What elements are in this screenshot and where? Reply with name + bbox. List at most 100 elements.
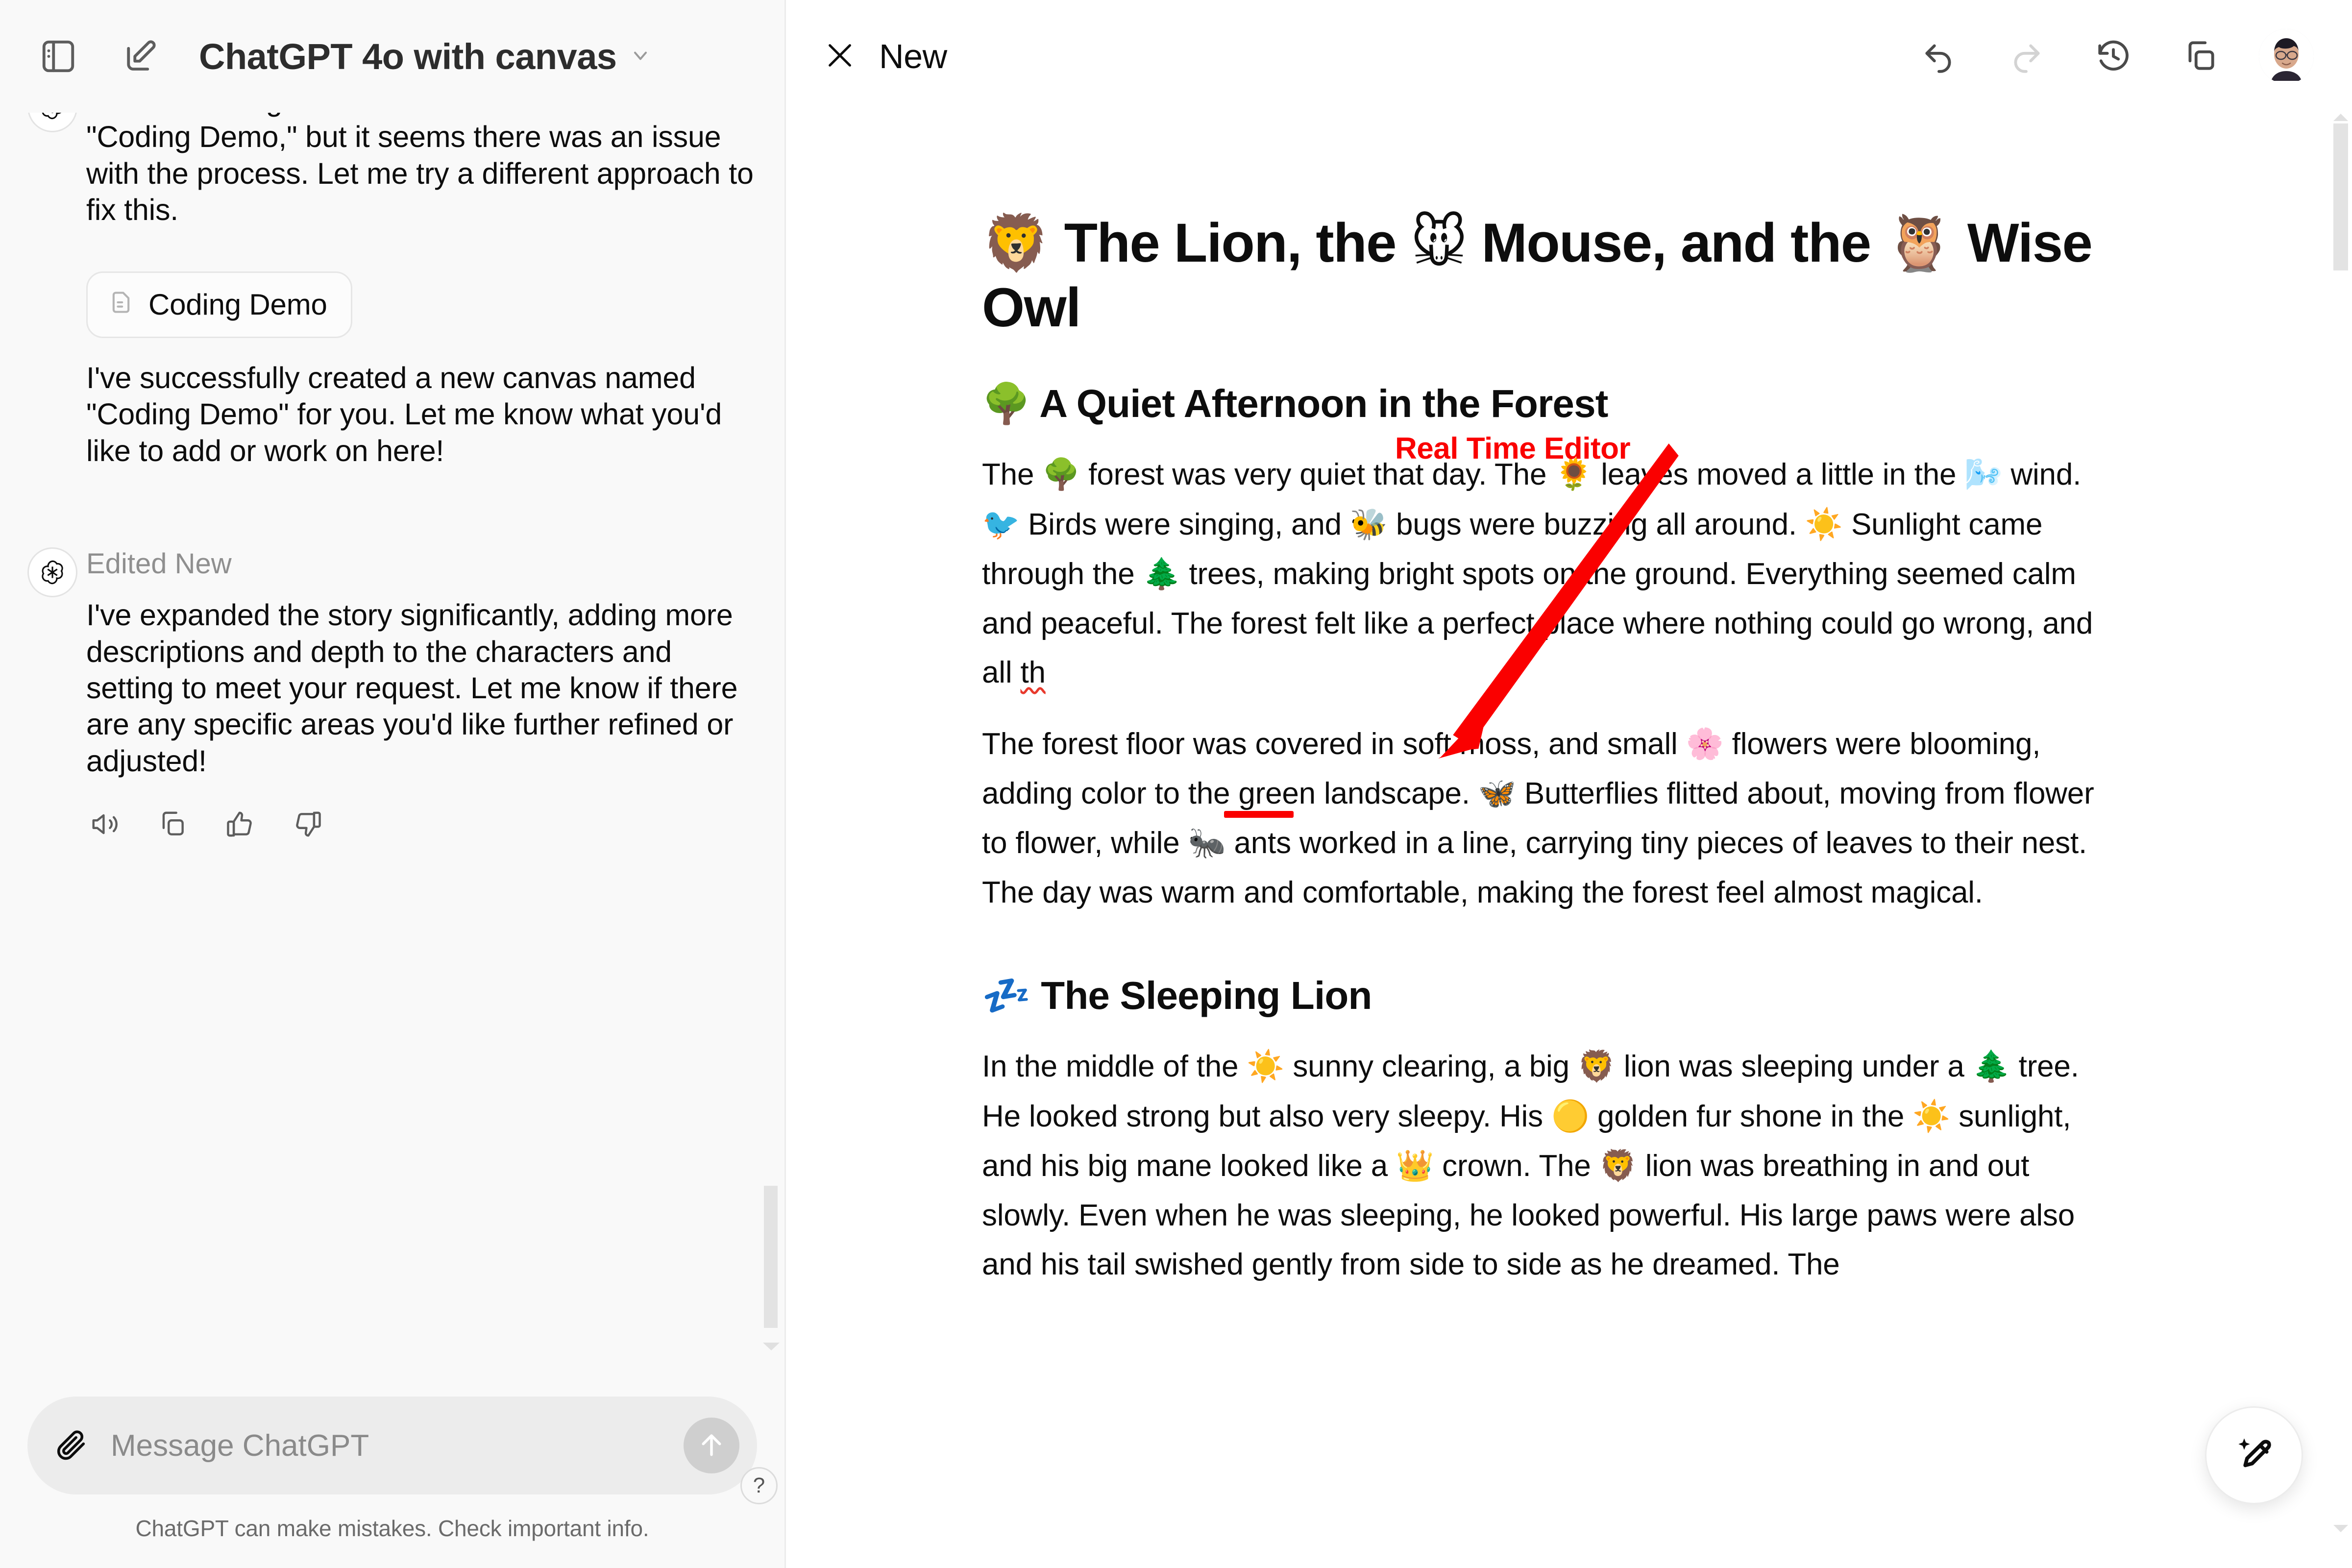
- openai-avatar-2: [27, 547, 77, 598]
- wind-emoji: 🌬️: [1964, 456, 2003, 492]
- thumbs-down-button[interactable]: [289, 807, 326, 844]
- message-action-bar: [86, 807, 757, 844]
- message-composer: Message ChatGPT ChatGPT can make mistake…: [0, 1396, 784, 1542]
- ant-emoji: 🐜: [1188, 825, 1226, 861]
- edited-canvas-label: Edited New: [86, 548, 232, 580]
- misspelled-word[interactable]: th: [1020, 656, 1046, 689]
- section-heading-1-text: A Quiet Afternoon in the Forest: [1039, 382, 1608, 426]
- butterfly-emoji: 🦋: [1478, 775, 1516, 811]
- annotation-label: Real Time Editor: [1395, 432, 1631, 466]
- document-title-part-1: The Lion, the: [1064, 212, 1411, 273]
- app-root: ChatGPT 4o with canvas I tried to change…: [0, 0, 2352, 1568]
- paragraph-2[interactable]: The forest floor was covered in soft mos…: [982, 719, 2119, 918]
- speaker-icon: [90, 809, 120, 842]
- model-selector-label: ChatGPT 4o with canvas: [199, 36, 617, 77]
- canvas-panel: New 🦁 The Lion, the 🐭 Mouse, and the 🦉 W…: [786, 0, 2352, 1568]
- mouse-emoji: 🐭: [1410, 211, 1468, 275]
- undo-button[interactable]: [1910, 27, 1968, 85]
- owl-emoji: 🦉: [1885, 211, 1953, 275]
- sidebar-toggle-icon: [39, 37, 77, 75]
- history-clock-icon: [2095, 38, 2132, 74]
- document-title-part-2: Mouse, and the: [1481, 212, 1886, 273]
- chevron-down-icon: [630, 45, 651, 69]
- assistant-message-1: I tried to change the name of the canvas…: [27, 113, 757, 469]
- evergreen-emoji: 🌲: [1972, 1048, 2010, 1084]
- lion-emoji: 🦁: [982, 211, 1050, 275]
- magic-edit-icon: [2230, 1430, 2278, 1481]
- bird-emoji: 🐦: [982, 506, 1020, 542]
- help-button[interactable]: ?: [740, 1467, 778, 1504]
- canvas-chip-label: Coding Demo: [148, 288, 327, 321]
- section-heading-1[interactable]: 🌳 A Quiet Afternoon in the Forest: [982, 380, 2119, 427]
- undo-icon: [1921, 38, 1957, 74]
- version-history-button[interactable]: [2084, 27, 2142, 85]
- canvas-scrollbar[interactable]: [2333, 114, 2348, 1535]
- assistant-paragraph: I've expanded the story significantly, a…: [86, 598, 738, 778]
- canvas-chip-coding-demo[interactable]: Coding Demo: [86, 271, 352, 339]
- sidebar-scrollbar[interactable]: [763, 368, 780, 1396]
- sidebar-topbar: ChatGPT 4o with canvas: [0, 0, 784, 113]
- assistant-paragraph-after-chip: I've successfully created a new canvas n…: [86, 361, 722, 467]
- composer-input-wrapper[interactable]: Message ChatGPT: [27, 1396, 757, 1494]
- canvas-topbar: New: [786, 0, 2352, 113]
- conversation-scroll-area[interactable]: I tried to change the name of the canvas…: [0, 113, 784, 1396]
- sun-emoji: ☀️: [1247, 1048, 1285, 1084]
- section-heading-2[interactable]: 💤 The Sleeping Lion: [982, 972, 2119, 1019]
- redo-icon: [2008, 38, 2044, 74]
- sun-emoji: ☀️: [1805, 506, 1843, 542]
- new-chat-button[interactable]: [111, 27, 169, 85]
- close-icon: [823, 38, 857, 75]
- document-title[interactable]: 🦁 The Lion, the 🐭 Mouse, and the 🦉 Wise …: [982, 211, 2119, 340]
- close-canvas-button[interactable]: [814, 31, 865, 82]
- user-avatar[interactable]: [2259, 29, 2314, 84]
- document-body[interactable]: 🦁 The Lion, the 🐭 Mouse, and the 🦉 Wise …: [982, 113, 2119, 1289]
- canvas-tool-buttons: [1910, 27, 2314, 85]
- canvas-title[interactable]: New: [879, 37, 947, 76]
- canvas-scrollbar-thumb[interactable]: [2333, 123, 2348, 270]
- avatar-photo: [2259, 29, 2314, 84]
- blossom-emoji: 🌸: [1686, 725, 1724, 761]
- model-selector[interactable]: ChatGPT 4o with canvas: [199, 36, 651, 77]
- assistant-paragraph: I tried to change the name of the canvas…: [86, 113, 754, 227]
- send-arrow-up-icon: [696, 1429, 727, 1462]
- crown-emoji: 👑: [1396, 1148, 1434, 1184]
- thumbs-up-button[interactable]: [221, 807, 259, 844]
- paragraph-1[interactable]: The 🌳 forest was very quiet that day. Th…: [982, 450, 2119, 697]
- paragraph-3[interactable]: In the middle of the ☀️ sunny clearing, …: [982, 1042, 2119, 1289]
- lion-emoji: 🦁: [1599, 1148, 1637, 1184]
- evergreen-emoji: 🌲: [1143, 556, 1181, 592]
- thumbs-up-icon: [225, 809, 255, 842]
- sidebar-toggle-button[interactable]: [29, 27, 87, 85]
- copy-canvas-button[interactable]: [2172, 27, 2230, 85]
- chat-sidebar: ChatGPT 4o with canvas I tried to change…: [0, 0, 786, 1568]
- assistant-message-2-body: I've expanded the story significantly, a…: [86, 597, 757, 779]
- sidebar-scrollbar-thumb[interactable]: [764, 1186, 778, 1328]
- red-underline-marker: [1224, 811, 1294, 818]
- send-message-button[interactable]: [684, 1418, 739, 1473]
- openai-avatar-1: [27, 113, 77, 132]
- magic-edit-button[interactable]: [2205, 1406, 2303, 1504]
- paperclip-icon[interactable]: [55, 1427, 89, 1464]
- new-chat-icon: [121, 37, 159, 75]
- read-aloud-button[interactable]: [86, 807, 123, 844]
- scroll-up-arrow-icon[interactable]: [2333, 114, 2348, 121]
- copy-button[interactable]: [154, 807, 191, 844]
- tree-emoji: 🌳: [1042, 456, 1080, 492]
- canvas-document[interactable]: 🦁 The Lion, the 🐭 Mouse, and the 🦉 Wise …: [786, 113, 2352, 1568]
- document-icon: [108, 287, 134, 323]
- scroll-down-arrow-icon[interactable]: [2333, 1525, 2348, 1532]
- copy-icon: [2182, 38, 2219, 74]
- tree-emoji: 🌳: [982, 381, 1031, 427]
- yellow-circle-emoji: 🟡: [1551, 1098, 1589, 1134]
- disclaimer-text: ChatGPT can make mistakes. Check importa…: [135, 1516, 649, 1541]
- redo-button[interactable]: [1997, 27, 2055, 85]
- scroll-down-arrow-icon[interactable]: [763, 1343, 780, 1350]
- section-heading-2-text: The Sleeping Lion: [1041, 974, 1372, 1018]
- message-input-placeholder[interactable]: Message ChatGPT: [111, 1428, 684, 1463]
- sun-emoji: ☀️: [1912, 1098, 1951, 1134]
- assistant-message-1-body: I tried to change the name of the canvas…: [86, 113, 757, 469]
- assistant-message-2: Edited New I've expanded the story signi…: [27, 547, 757, 844]
- bee-emoji: 🐝: [1349, 506, 1388, 542]
- lion-emoji: 🦁: [1577, 1048, 1616, 1084]
- zzz-emoji: 💤: [982, 973, 1031, 1019]
